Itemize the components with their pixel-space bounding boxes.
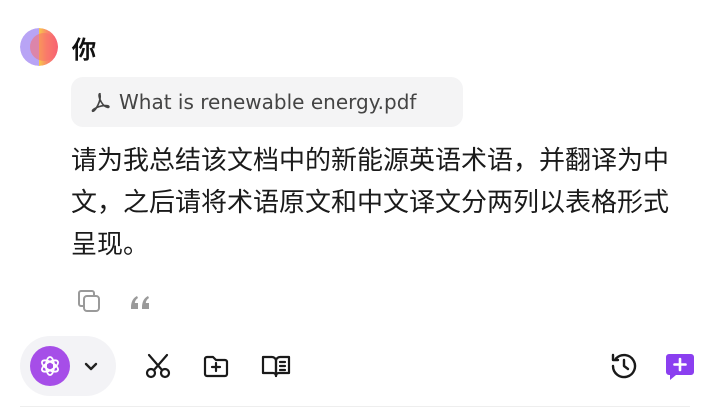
model-selector[interactable] <box>20 336 116 396</box>
pdf-icon <box>89 91 111 113</box>
message-actions <box>74 286 178 316</box>
copy-icon[interactable] <box>74 286 104 316</box>
attachment-filename: What is renewable energy.pdf <box>119 90 417 114</box>
bottom-toolbar <box>0 334 710 400</box>
add-folder-icon[interactable] <box>200 350 232 382</box>
history-icon[interactable] <box>608 350 640 382</box>
message-text: 请为我总结该文档中的新能源英语术语，并翻译为中文，之后请将术语原文和中文译文分两… <box>71 146 670 260</box>
chat-screen: 你 What is renewable energy.pdf 请为我总结该文档中… <box>0 0 710 410</box>
new-chat-icon[interactable] <box>664 350 696 382</box>
avatar <box>20 28 58 66</box>
scissors-icon[interactable] <box>142 350 174 382</box>
message-header: 你 <box>20 28 96 66</box>
gradient-avatar-icon <box>20 28 58 66</box>
book-icon[interactable] <box>260 350 292 382</box>
openai-logo-icon <box>30 346 70 386</box>
quote-icon[interactable] <box>126 286 156 316</box>
divider <box>20 406 690 407</box>
username: 你 <box>72 35 96 64</box>
attachment-chip[interactable]: What is renewable energy.pdf <box>71 77 463 127</box>
chevron-down-icon <box>82 357 100 375</box>
